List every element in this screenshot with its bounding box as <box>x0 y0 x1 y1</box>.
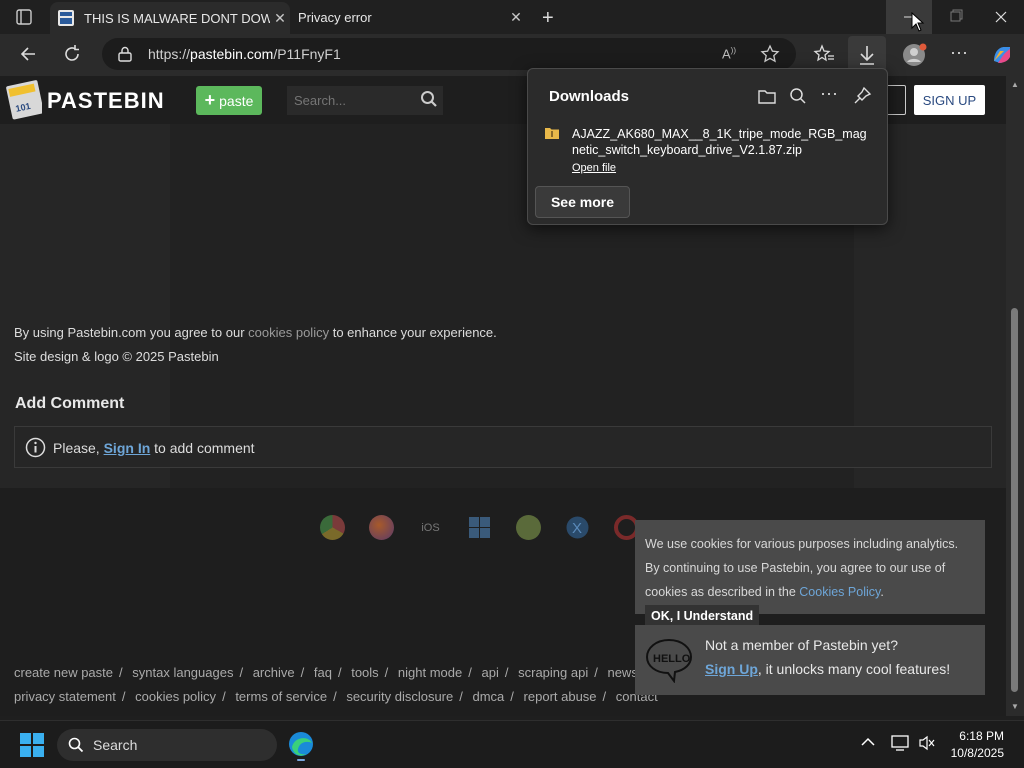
browser-titlebar: THIS IS MALWARE DONT DOWNLOAD ✕ Privacy … <box>0 0 1024 34</box>
zip-folder-icon <box>544 126 560 140</box>
taskbar-search[interactable]: Search <box>57 729 277 761</box>
minimize-button[interactable] <box>886 0 932 34</box>
show-hidden-icons-icon[interactable] <box>861 737 875 747</box>
scroll-thumb[interactable] <box>1011 308 1018 692</box>
new-paste-button[interactable]: + paste <box>196 86 262 115</box>
add-comment-title: Add Comment <box>15 395 125 412</box>
comment-notice: Please, Sign In to add comment <box>14 426 992 468</box>
windows-icon[interactable] <box>467 515 492 540</box>
browser-extension-icons: iOS X <box>320 515 639 540</box>
close-tab-icon[interactable]: ✕ <box>506 9 526 26</box>
edge-browser-icon[interactable] <box>288 731 314 761</box>
plus-icon: + <box>204 90 216 110</box>
volume-muted-icon[interactable] <box>918 735 936 751</box>
pastebin-logo-icon[interactable]: 101 <box>6 80 42 120</box>
copyright-text: Site design & logo © 2025 Pastebin <box>14 349 219 364</box>
tab-malware-warning[interactable]: THIS IS MALWARE DONT DOWNLOAD ✕ <box>50 2 290 34</box>
open-folder-icon[interactable] <box>757 87 777 105</box>
footer-link[interactable]: night mode <box>398 665 462 680</box>
page-scrollbar[interactable]: ▲ ▼ <box>1006 76 1024 716</box>
downloads-flyout: Downloads ··· AJAZZ_AK680_MAX__8_1K_trip… <box>527 68 888 225</box>
tab-title: THIS IS MALWARE DONT DOWNLOAD <box>84 10 270 26</box>
address-bar[interactable]: https://pastebin.com/P11FnyF1 A)) <box>102 38 796 70</box>
info-icon <box>25 437 46 458</box>
profile-avatar-icon[interactable] <box>902 42 928 68</box>
refresh-icon[interactable] <box>62 44 82 64</box>
member-signup-text: Sign Up, it unlocks many cool features! <box>705 661 951 677</box>
more-menu-icon[interactable]: ··· <box>950 42 968 63</box>
tab-title: Privacy error <box>298 9 372 25</box>
footer-links-row-1: create new paste / syntax languages / arch… <box>14 665 676 680</box>
pin-icon[interactable] <box>852 86 872 106</box>
cookie-notice: We use cookies for various purposes incl… <box>635 520 985 627</box>
ios-icon[interactable]: iOS <box>418 522 443 534</box>
cookie-agreement-text: By using Pastebin.com you agree to our c… <box>14 325 497 340</box>
tab-actions-icon[interactable] <box>16 9 32 25</box>
pastebin-favicon-icon <box>58 10 74 26</box>
favorites-icon[interactable] <box>813 44 835 64</box>
taskbar-search-label: Search <box>93 737 138 753</box>
footer-link[interactable]: api <box>482 665 499 680</box>
member-notice: HELLO Not a member of Pastebin yet? Sign… <box>635 625 985 695</box>
read-aloud-icon[interactable]: A)) <box>722 46 736 61</box>
member-signup-link[interactable]: Sign Up <box>705 661 758 677</box>
footer-link[interactable]: news <box>607 665 637 680</box>
footer-links-row-2: privacy statement / cookies policy / terms… <box>14 689 658 704</box>
search-downloads-icon[interactable] <box>789 87 807 105</box>
footer-link[interactable]: report abuse <box>524 689 597 704</box>
svg-text:HELLO: HELLO <box>653 653 691 665</box>
downloaded-file-name[interactable]: AJAZZ_AK680_MAX__8_1K_tripe_mode_RGB_mag… <box>572 126 872 158</box>
cookies-policy-link[interactable]: Cookies Policy <box>799 585 880 599</box>
lock-icon[interactable] <box>118 46 132 62</box>
svg-text:X: X <box>572 520 582 537</box>
search-icon[interactable] <box>420 90 438 108</box>
hello-bubble-icon: HELLO <box>644 637 694 683</box>
open-file-link[interactable]: Open file <box>572 162 616 174</box>
footer-link[interactable]: privacy statement <box>14 689 116 704</box>
macos-icon[interactable]: X <box>565 515 590 540</box>
tab-privacy-error[interactable]: Privacy error ✕ <box>290 0 526 34</box>
paste-button-label: paste <box>219 92 254 109</box>
signup-button[interactable]: SIGN UP <box>914 85 985 115</box>
chrome-icon[interactable] <box>320 515 345 540</box>
cookies-policy-link[interactable]: cookies policy <box>248 325 329 340</box>
close-tab-icon[interactable]: ✕ <box>270 10 290 27</box>
footer-link[interactable]: scraping api <box>518 665 588 680</box>
back-icon[interactable] <box>18 44 38 64</box>
footer-link[interactable]: syntax languages <box>132 665 233 680</box>
taskbar-date[interactable]: 10/8/2025 <box>940 746 1004 760</box>
copilot-icon[interactable] <box>990 43 1014 67</box>
see-more-button[interactable]: See more <box>535 186 630 218</box>
mouse-cursor-icon <box>911 12 925 32</box>
footer-link[interactable]: faq <box>314 665 332 680</box>
sign-in-link[interactable]: Sign In <box>104 440 151 456</box>
downloads-title: Downloads <box>549 88 630 105</box>
firefox-icon[interactable] <box>369 515 394 540</box>
site-logo-text[interactable]: PASTEBIN <box>47 88 165 114</box>
taskbar-time[interactable]: 6:18 PM <box>948 729 1004 743</box>
url-text[interactable]: https://pastebin.com/P11FnyF1 <box>148 46 341 62</box>
footer-link[interactable]: cookies policy <box>135 689 216 704</box>
footer-link[interactable]: terms of service <box>235 689 327 704</box>
scroll-up-icon[interactable]: ▲ <box>1011 80 1019 89</box>
comment-prompt: Please, Sign In to add comment <box>53 440 255 456</box>
member-question: Not a member of Pastebin yet? <box>705 637 898 653</box>
footer-link[interactable]: security disclosure <box>346 689 453 704</box>
footer-link[interactable]: tools <box>351 665 378 680</box>
footer-link[interactable]: dmca <box>473 689 505 704</box>
android-icon[interactable] <box>516 515 541 540</box>
favorite-star-icon[interactable] <box>760 44 780 64</box>
close-window-button[interactable] <box>978 0 1024 34</box>
footer-link[interactable]: create new paste <box>14 665 113 680</box>
scroll-down-icon[interactable]: ▼ <box>1011 702 1019 711</box>
network-icon[interactable] <box>891 735 909 751</box>
new-tab-icon[interactable]: + <box>542 7 554 30</box>
search-icon <box>68 737 84 753</box>
windows-start-icon[interactable] <box>20 733 44 757</box>
windows-taskbar: Search 6:18 PM 10/8/2025 <box>0 720 1024 768</box>
restore-button[interactable] <box>932 0 978 34</box>
cookie-accept-button[interactable]: OK, I Understand <box>645 605 760 627</box>
footer-link[interactable]: archive <box>253 665 295 680</box>
more-options-icon[interactable]: ··· <box>820 83 838 104</box>
